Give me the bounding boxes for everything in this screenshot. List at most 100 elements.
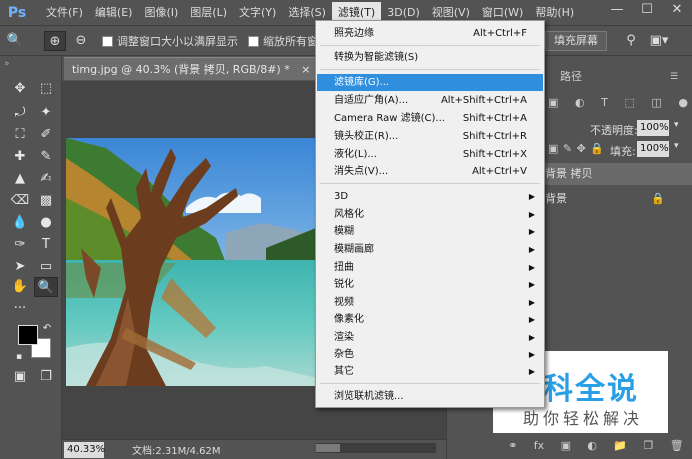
default-colors-icon[interactable]: ▪ — [12, 347, 26, 367]
menu-item-other[interactable]: 其它 ▶ — [317, 363, 543, 380]
layer-row[interactable]: 背景 🔒 — [533, 188, 692, 210]
menu-item-shortcut: Alt+Shift+Ctrl+A — [440, 95, 527, 106]
resize-windows-label: 调整窗口大小以满屏显示 — [117, 35, 238, 48]
healing-brush-tool-icon[interactable]: ✚ — [8, 147, 32, 167]
horizontal-scrollbar[interactable] — [316, 443, 436, 453]
marquee-tool-icon[interactable]: ⬚ — [34, 79, 58, 99]
menu-layer[interactable]: 图层(L) — [184, 2, 233, 24]
trash-icon[interactable]: 🗑 — [670, 436, 684, 456]
menu-image[interactable]: 图像(I) — [138, 2, 184, 24]
filter-type-icon[interactable]: T — [601, 96, 608, 112]
zoom-all-checkbox[interactable] — [248, 35, 259, 47]
adjustment-icon[interactable]: ◐ — [587, 436, 597, 456]
zoom-tool-preset-icon[interactable]: 🔍▾ — [4, 31, 26, 68]
opacity-field[interactable]: 100% — [637, 120, 669, 136]
menu-item-distort[interactable]: 扭曲 ▶ — [317, 259, 543, 276]
menu-item-pixelate[interactable]: 像素化 ▶ — [317, 311, 543, 328]
menu-item-3d[interactable]: 3D ▶ — [317, 188, 543, 205]
panel-menu-icon[interactable]: ☰ — [670, 66, 678, 88]
fill-field[interactable]: 100% — [637, 141, 669, 157]
close-document-icon[interactable]: × — [301, 63, 310, 76]
document-info[interactable]: 文档:2.31M/4.62M — [132, 442, 221, 457]
menu-item-adaptive-wide-angle[interactable]: 自适应广角(A)... Alt+Shift+Ctrl+A — [317, 92, 543, 109]
blur-tool-icon[interactable]: 💧 — [8, 213, 32, 233]
lock-all-icon[interactable]: 🔒 — [590, 142, 604, 155]
gradient-tool-icon[interactable]: ▩ — [34, 191, 58, 211]
zoom-in-icon[interactable]: ⊕ — [44, 31, 66, 51]
panel-grip-icon[interactable]: » — [0, 57, 61, 71]
zoom-level-field[interactable]: 40.33% — [64, 441, 105, 458]
menu-item-label: 风格化 — [334, 209, 364, 220]
menu-item-liquify[interactable]: 液化(L)... Shift+Ctrl+X — [317, 146, 543, 163]
menu-item-blur-gallery[interactable]: 模糊画廊 ▶ — [317, 241, 543, 258]
opacity-dropdown-icon[interactable]: ▾ — [674, 120, 679, 130]
lasso-tool-icon[interactable]: ⤾ — [8, 103, 32, 123]
new-layer-icon[interactable]: ❐ — [643, 436, 653, 456]
eyedropper-tool-icon[interactable]: ✐ — [34, 125, 58, 145]
move-tool-icon[interactable]: ✥ — [8, 79, 32, 99]
menu-item-filter-gallery[interactable]: 滤镜库(G)... — [317, 74, 543, 91]
menu-item-convert-smart-filters[interactable]: 转换为智能滤镜(S) — [317, 49, 543, 66]
zoom-tool-icon[interactable]: 🔍 — [34, 277, 58, 297]
foreground-color-swatch[interactable] — [18, 325, 38, 345]
zoom-out-icon[interactable]: ⊖ — [70, 31, 92, 51]
clone-stamp-tool-icon[interactable]: ▲ — [8, 169, 32, 189]
resize-windows-checkbox[interactable] — [102, 35, 113, 47]
document-tab[interactable]: timg.jpg @ 40.3% (背景 拷贝, RGB/8#) * × — [64, 57, 319, 80]
workspace-icon[interactable]: ▣▾ — [648, 31, 670, 51]
swap-colors-icon[interactable]: ↶ — [40, 319, 54, 339]
filter-toggle-icon[interactable]: ● — [678, 96, 688, 112]
menu-item-stylize[interactable]: 风格化 ▶ — [317, 206, 543, 223]
edit-toolbar-icon[interactable]: ··· — [8, 299, 32, 319]
lake-landscape-image — [66, 138, 316, 386]
lock-paint-icon[interactable]: ✎ — [563, 142, 572, 155]
search-icon[interactable]: ⚲ — [620, 31, 642, 51]
maximize-button[interactable]: ☐ — [632, 0, 662, 20]
scrollbar-thumb[interactable] — [316, 444, 340, 452]
crop-tool-icon[interactable]: ⛶ — [8, 125, 32, 145]
link-icon[interactable]: ⚭ — [508, 436, 517, 456]
menu-item-browse-online-filters[interactable]: 浏览联机滤镜... — [317, 388, 543, 405]
fill-screen-button[interactable]: 填充屏幕 — [545, 31, 607, 51]
filter-pixel-icon[interactable]: ▣ — [548, 96, 558, 112]
menu-type[interactable]: 文字(Y) — [233, 2, 282, 24]
menu-item-sharpen[interactable]: 锐化 ▶ — [317, 276, 543, 293]
menu-item-video[interactable]: 视频 ▶ — [317, 294, 543, 311]
menu-file[interactable]: 文件(F) — [40, 2, 89, 24]
filter-smart-object-icon[interactable]: ◫ — [651, 96, 661, 112]
tab-paths[interactable]: 路径 — [560, 66, 582, 88]
pen-tool-icon[interactable]: ✑ — [8, 235, 32, 255]
rectangle-tool-icon[interactable]: ▭ — [34, 257, 58, 277]
minimize-button[interactable]: — — [602, 0, 632, 20]
filter-adjustment-icon[interactable]: ◐ — [575, 96, 585, 112]
menu-item-blur[interactable]: 模糊 ▶ — [317, 223, 543, 240]
menu-item-vanishing-point[interactable]: 消失点(V)... Alt+Ctrl+V — [317, 163, 543, 180]
menu-item-render[interactable]: 渲染 ▶ — [317, 329, 543, 346]
group-icon[interactable]: 📁 — [613, 436, 627, 456]
menu-item-camera-raw[interactable]: Camera Raw 滤镜(C)... Shift+Ctrl+A — [317, 110, 543, 127]
history-brush-tool-icon[interactable]: ✍ — [34, 169, 58, 189]
brush-tool-icon[interactable]: ✎ — [34, 147, 58, 167]
fx-icon[interactable]: fx — [534, 436, 544, 456]
document-tab-title: timg.jpg @ 40.3% (背景 拷贝, RGB/8#) * — [72, 63, 290, 76]
magic-wand-tool-icon[interactable]: ✦ — [34, 103, 58, 123]
quick-mask-icon[interactable]: ▣ — [8, 367, 32, 387]
menu-item-noise[interactable]: 杂色 ▶ — [317, 346, 543, 363]
eraser-tool-icon[interactable]: ⌫ — [8, 191, 32, 211]
mask-icon[interactable]: ▣ — [561, 436, 571, 456]
lock-move-icon[interactable]: ✥ — [577, 142, 586, 155]
menu-item-lens-correction[interactable]: 镜头校正(R)... Shift+Ctrl+R — [317, 128, 543, 145]
menu-edit[interactable]: 编辑(E) — [89, 2, 139, 24]
lock-pixels-icon[interactable]: ▣ — [548, 142, 558, 155]
layer-row[interactable]: 背景 拷贝 — [533, 163, 692, 185]
filter-shape-icon[interactable]: ⬚ — [624, 96, 634, 112]
document-image[interactable] — [66, 138, 316, 386]
fill-dropdown-icon[interactable]: ▾ — [674, 141, 679, 151]
hand-tool-icon[interactable]: ✋ — [8, 277, 32, 297]
menu-item-glowing-edges[interactable]: 照亮边缘 Alt+Ctrl+F — [317, 25, 543, 42]
dodge-tool-icon[interactable]: ● — [34, 213, 58, 233]
close-button[interactable]: ✕ — [662, 0, 692, 20]
screen-mode-icon[interactable]: ❐ — [34, 367, 58, 387]
path-selection-tool-icon[interactable]: ➤ — [8, 257, 32, 277]
type-tool-icon[interactable]: T — [34, 235, 58, 255]
